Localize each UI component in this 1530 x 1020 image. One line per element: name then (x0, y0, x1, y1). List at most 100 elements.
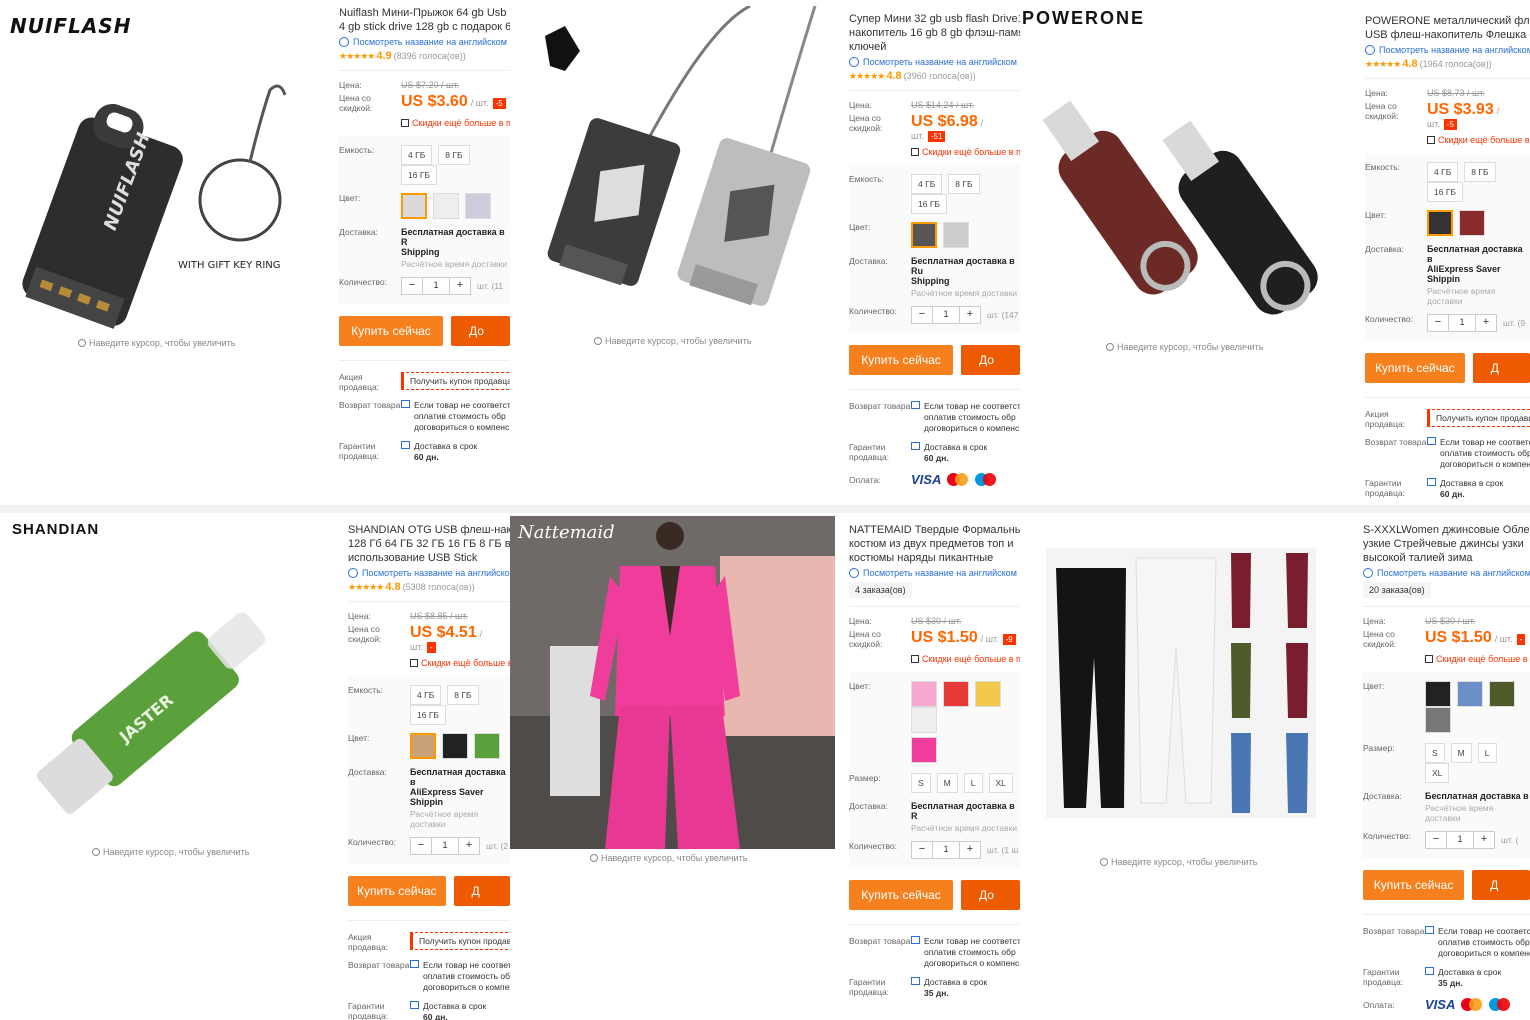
capacity-option[interactable]: 4 ГБ (410, 685, 442, 705)
color-swatch[interactable] (975, 681, 1001, 707)
buy-now-button[interactable]: Купить сейчас (339, 316, 444, 346)
size-option[interactable]: S (1425, 743, 1445, 763)
product-title-line[interactable]: использование USB Stick (348, 551, 510, 565)
translate-link[interactable]: Посмотреть название на английском (849, 57, 1020, 67)
product-title-line[interactable]: 128 Гб 64 ГБ 32 ГБ 16 ГБ 8 ГБ вне (348, 537, 510, 551)
color-swatch[interactable] (943, 681, 969, 707)
quantity-stepper[interactable]: −1 + (401, 277, 471, 295)
color-swatch[interactable] (1427, 210, 1453, 236)
product-image-pane[interactable]: NUIFLASH NUIFLASH WITH GIFT KEY RING Нав… (0, 0, 325, 505)
capacity-option[interactable]: 16 ГБ (410, 705, 446, 725)
color-swatch[interactable] (433, 193, 459, 219)
add-to-cart-button[interactable]: До (961, 880, 1020, 910)
translate-link[interactable]: Посмотреть название на английском (849, 568, 1020, 578)
add-to-cart-button[interactable]: До (451, 316, 510, 346)
color-swatch[interactable] (442, 733, 468, 759)
product-title-line[interactable]: 4 gb stick drive 128 gb с подарок 6 (339, 20, 510, 34)
decrement-button[interactable]: − (411, 838, 431, 854)
product-title-line[interactable]: высокой талией зима (1363, 551, 1530, 565)
product-title-line[interactable]: костюмы наряды пикантные (849, 551, 1020, 565)
more-discounts-link[interactable]: Скидки ещё больше в п (911, 654, 1020, 664)
color-swatch[interactable] (1459, 210, 1485, 236)
increment-button[interactable]: + (450, 278, 470, 294)
product-title-line[interactable]: SHANDIAN OTG USB флеш-накоп (348, 523, 510, 537)
color-swatch[interactable] (401, 193, 427, 219)
color-swatch[interactable] (943, 222, 969, 248)
color-swatch[interactable] (911, 222, 937, 248)
decrement-button[interactable]: − (1428, 315, 1448, 331)
quantity-input[interactable]: 1 (1448, 315, 1476, 331)
color-swatch[interactable] (1489, 681, 1515, 707)
size-option[interactable]: M (936, 773, 958, 793)
translate-link[interactable]: Посмотреть название на английском (339, 37, 510, 47)
capacity-option[interactable]: 4 ГБ (1427, 162, 1459, 182)
quantity-stepper[interactable]: −1 + (911, 841, 981, 859)
product-image-pane[interactable]: POWERONE Наведите курсор, чтобы увеличит… (1020, 6, 1350, 505)
capacity-option[interactable]: 4 ГБ (401, 145, 433, 165)
size-option[interactable]: XL (1425, 763, 1450, 783)
size-option[interactable]: L (963, 773, 983, 793)
quantity-stepper[interactable]: −1 + (1425, 831, 1495, 849)
color-swatch[interactable] (911, 737, 937, 763)
product-image-pane[interactable]: Наведите курсор, чтобы увеличить (510, 6, 835, 505)
decrement-button[interactable]: − (1426, 832, 1446, 848)
capacity-option[interactable]: 16 ГБ (401, 165, 437, 185)
add-to-cart-button[interactable]: Д (453, 876, 510, 906)
add-to-cart-button[interactable]: Д (1472, 870, 1530, 900)
product-title-line[interactable]: Супер Мини 32 gb usb flash Drive1 (849, 12, 1020, 26)
product-title-line[interactable]: NATTEMAID Твердые Формальны (849, 523, 1020, 537)
product-title-line[interactable]: ключей (849, 40, 1020, 54)
product-image-pane[interactable]: Наведите курсор, чтобы увеличить (1020, 513, 1350, 1020)
size-option[interactable]: M (1450, 743, 1472, 763)
quantity-input[interactable]: 1 (422, 278, 450, 294)
product-title-line[interactable]: S-XXXLWomen джинсовые Облег (1363, 523, 1530, 537)
color-swatch[interactable] (1425, 681, 1451, 707)
buy-now-button[interactable]: Купить сейчас (1365, 353, 1465, 383)
capacity-option[interactable]: 4 ГБ (911, 174, 943, 194)
more-discounts-link[interactable]: Скидки ещё больше в п (401, 118, 510, 128)
more-discounts-link[interactable]: Скидки ещё больше в п (911, 147, 1020, 157)
quantity-stepper[interactable]: −1 + (410, 837, 480, 855)
quantity-input[interactable]: 1 (1446, 832, 1474, 848)
color-swatch[interactable] (474, 733, 500, 759)
capacity-option[interactable]: 16 ГБ (911, 194, 947, 214)
color-swatch[interactable] (410, 733, 436, 759)
more-discounts-link[interactable]: Скидки ещё больше в п (1425, 654, 1530, 664)
translate-link[interactable]: Посмотреть название на английском (1365, 45, 1530, 55)
capacity-option[interactable]: 8 ГБ (438, 145, 470, 165)
capacity-option[interactable]: 8 ГБ (948, 174, 980, 194)
product-title-line[interactable]: накопитель 16 gb 8 gb флэш-памя (849, 26, 1020, 40)
size-option[interactable]: XL (988, 773, 1013, 793)
capacity-option[interactable]: 16 ГБ (1427, 182, 1463, 202)
product-title-line[interactable]: POWERONE металлический флеш (1365, 14, 1530, 28)
capacity-option[interactable]: 8 ГБ (447, 685, 479, 705)
size-option[interactable]: L (1477, 743, 1497, 763)
more-discounts-link[interactable]: Скидки ещё больше в п (410, 658, 510, 668)
product-title-line[interactable]: костюм из двух предметов топ и (849, 537, 1020, 551)
increment-button[interactable]: + (960, 307, 980, 323)
coupon-button[interactable]: Получить купон продавца (410, 932, 510, 950)
decrement-button[interactable]: − (912, 842, 932, 858)
color-swatch[interactable] (911, 681, 937, 707)
color-swatch[interactable] (1425, 707, 1451, 733)
buy-now-button[interactable]: Купить сейчас (1363, 870, 1465, 900)
buy-now-button[interactable]: Купить сейчас (849, 345, 954, 375)
quantity-input[interactable]: 1 (932, 842, 960, 858)
buy-now-button[interactable]: Купить сейчас (348, 876, 446, 906)
quantity-input[interactable]: 1 (431, 838, 459, 854)
add-to-cart-button[interactable]: Д (1472, 353, 1530, 383)
increment-button[interactable]: + (1476, 315, 1496, 331)
color-swatch[interactable] (465, 193, 491, 219)
product-title-line[interactable]: Nuiflash Мини-Прыжок 64 gb Usb (339, 6, 510, 20)
increment-button[interactable]: + (459, 838, 479, 854)
add-to-cart-button[interactable]: До (961, 345, 1020, 375)
translate-link[interactable]: Посмотреть название на английском (1363, 568, 1530, 578)
increment-button[interactable]: + (960, 842, 980, 858)
quantity-stepper[interactable]: −1 + (1427, 314, 1497, 332)
buy-now-button[interactable]: Купить сейчас (849, 880, 954, 910)
size-option[interactable]: S (911, 773, 931, 793)
quantity-input[interactable]: 1 (932, 307, 960, 323)
color-swatch[interactable] (911, 707, 937, 733)
coupon-button[interactable]: Получить купон продавца (1427, 409, 1530, 427)
quantity-stepper[interactable]: −1 + (911, 306, 981, 324)
